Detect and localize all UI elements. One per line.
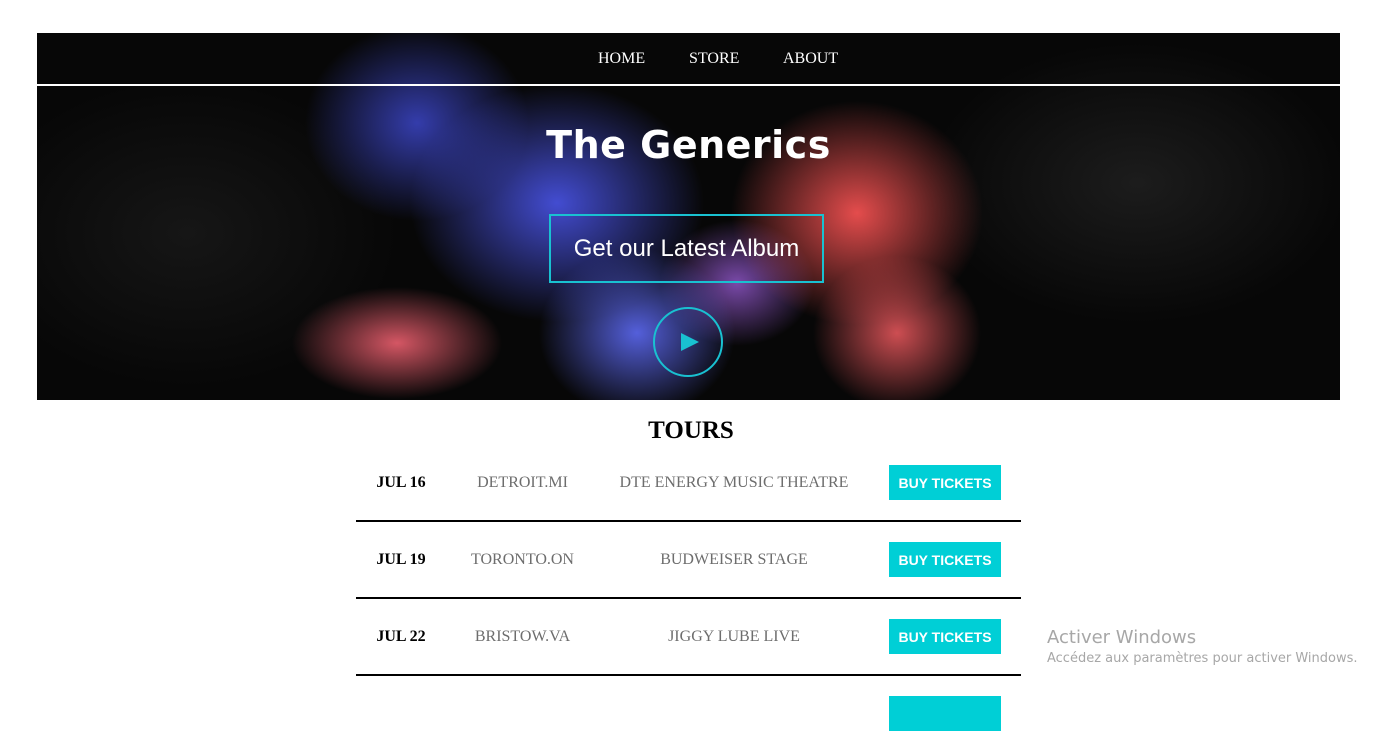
- nav-store-link[interactable]: STORE: [689, 50, 739, 68]
- top-navigation: HOME STORE ABOUT: [37, 33, 1340, 86]
- watermark-subtitle: Accédez aux paramètres pour activer Wind…: [1047, 651, 1358, 666]
- tour-venue: JIGGY LUBE LIVE: [668, 627, 800, 645]
- play-button[interactable]: [653, 307, 723, 377]
- tour-row: JUL 16 DETROIT.MI DTE ENERGY MUSIC THEAT…: [356, 445, 1021, 522]
- tour-date: JUL 22: [376, 627, 426, 645]
- hero-banner: HOME STORE ABOUT The Generics Get our La…: [37, 33, 1340, 400]
- nav-about-link[interactable]: ABOUT: [783, 50, 838, 68]
- tour-row: JUL 19 TORONTO.ON BUDWEISER STAGE BUY TI…: [356, 522, 1021, 599]
- tour-city: TORONTO.ON: [471, 550, 574, 568]
- buy-tickets-button[interactable]: BUY TICKETS: [889, 542, 1001, 577]
- band-title: The Generics: [546, 123, 831, 167]
- tour-city: BRISTOW.VA: [474, 627, 571, 645]
- nav-home-link[interactable]: HOME: [598, 50, 645, 68]
- tour-venue: DTE ENERGY MUSIC THEATRE: [619, 473, 849, 491]
- tour-venue: BUDWEISER STAGE: [660, 550, 808, 568]
- tour-city: DETROIT.MI: [477, 473, 568, 491]
- tours-heading: TOURS: [648, 417, 734, 444]
- windows-activation-watermark: Activer Windows Accédez aux paramètres p…: [1047, 627, 1358, 666]
- buy-tickets-button[interactable]: [889, 696, 1001, 731]
- tour-date: JUL 16: [376, 473, 426, 491]
- watermark-title: Activer Windows: [1047, 627, 1197, 648]
- tour-row: [356, 676, 1021, 753]
- tour-row: JUL 22 BRISTOW.VA JIGGY LUBE LIVE BUY TI…: [356, 599, 1021, 676]
- tour-date: JUL 19: [376, 550, 426, 568]
- tour-city: [456, 676, 589, 751]
- play-icon: [681, 333, 699, 351]
- buy-tickets-button[interactable]: BUY TICKETS: [889, 619, 1001, 654]
- buy-tickets-button[interactable]: BUY TICKETS: [889, 465, 1001, 500]
- tour-venue: [596, 676, 872, 751]
- tour-date: [356, 676, 446, 751]
- latest-album-button[interactable]: Get our Latest Album: [549, 214, 824, 283]
